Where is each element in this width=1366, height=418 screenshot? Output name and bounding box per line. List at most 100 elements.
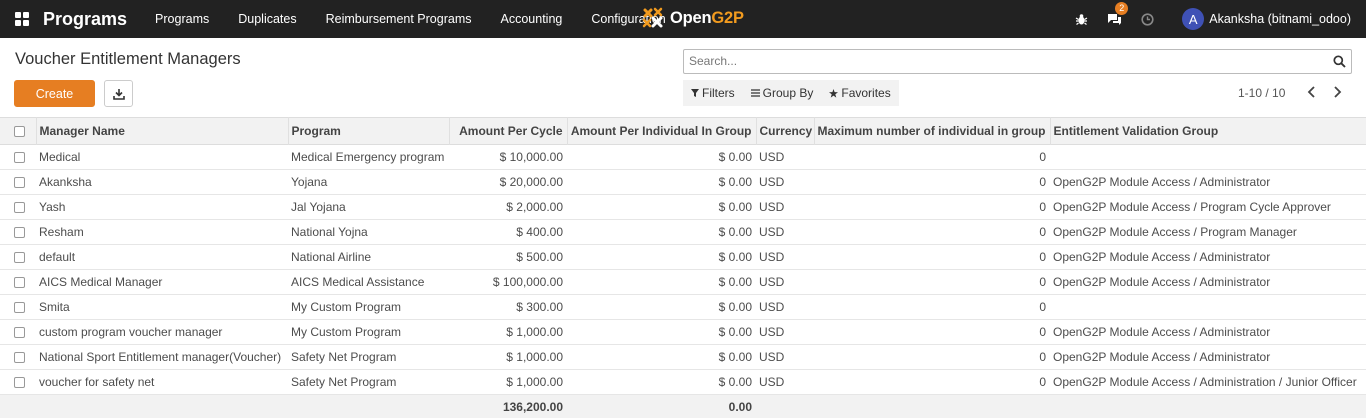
cell-amount-per-individual[interactable]: $ 0.00 bbox=[567, 370, 756, 395]
favorites-toggle[interactable]: Favorites bbox=[829, 86, 891, 100]
row-checkbox[interactable] bbox=[14, 177, 25, 189]
avatar[interactable]: A bbox=[1182, 8, 1205, 30]
cell-amount-per-individual[interactable]: $ 0.00 bbox=[567, 195, 756, 220]
cell-manager-name[interactable]: voucher for safety net bbox=[36, 370, 288, 395]
cell-program[interactable]: Medical Emergency program bbox=[288, 145, 449, 170]
cell-manager-name[interactable]: National Sport Entitlement manager(Vouch… bbox=[36, 345, 288, 370]
cell-validation-group[interactable]: OpenG2P Module Access / Program Manager bbox=[1050, 220, 1366, 245]
table-row[interactable]: Yash Jal Yojana $ 2,000.00 $ 0.00 USD 0 … bbox=[0, 195, 1366, 220]
table-row[interactable]: custom program voucher manager My Custom… bbox=[0, 320, 1366, 345]
row-select-cell[interactable] bbox=[0, 295, 36, 320]
cell-currency[interactable]: USD bbox=[756, 370, 814, 395]
row-select-cell[interactable] bbox=[0, 270, 36, 295]
row-checkbox[interactable] bbox=[14, 202, 25, 214]
cell-max-individual[interactable]: 0 bbox=[814, 345, 1050, 370]
table-row[interactable]: Smita My Custom Program $ 300.00 $ 0.00 … bbox=[0, 295, 1366, 320]
row-select-cell[interactable] bbox=[0, 320, 36, 345]
cell-max-individual[interactable]: 0 bbox=[814, 320, 1050, 345]
menu-item-programs[interactable]: Programs bbox=[155, 12, 209, 26]
chevron-right-icon[interactable] bbox=[1333, 86, 1342, 101]
cell-program[interactable]: National Yojna bbox=[288, 220, 449, 245]
menu-item-accounting[interactable]: Accounting bbox=[501, 12, 563, 26]
cell-amount-per-cycle[interactable]: $ 1,000.00 bbox=[449, 320, 567, 345]
row-select-cell[interactable] bbox=[0, 345, 36, 370]
cell-amount-per-cycle[interactable]: $ 20,000.00 bbox=[449, 170, 567, 195]
clock-icon[interactable] bbox=[1139, 11, 1155, 27]
cell-amount-per-individual[interactable]: $ 0.00 bbox=[567, 295, 756, 320]
row-select-cell[interactable] bbox=[0, 370, 36, 395]
cell-currency[interactable]: USD bbox=[756, 245, 814, 270]
cell-currency[interactable]: USD bbox=[756, 270, 814, 295]
cell-amount-per-individual[interactable]: $ 0.00 bbox=[567, 345, 756, 370]
cell-program[interactable]: AICS Medical Assistance bbox=[288, 270, 449, 295]
table-row[interactable]: voucher for safety net Safety Net Progra… bbox=[0, 370, 1366, 395]
cell-amount-per-individual[interactable]: $ 0.00 bbox=[567, 145, 756, 170]
menu-item-reimbursement-programs[interactable]: Reimbursement Programs bbox=[326, 12, 472, 26]
cell-validation-group[interactable]: OpenG2P Module Access / Administrator bbox=[1050, 345, 1366, 370]
cell-currency[interactable]: USD bbox=[756, 195, 814, 220]
cell-manager-name[interactable]: Akanksha bbox=[36, 170, 288, 195]
table-row[interactable]: default National Airline $ 500.00 $ 0.00… bbox=[0, 245, 1366, 270]
filters-toggle[interactable]: Filters bbox=[691, 86, 735, 100]
row-select-cell[interactable] bbox=[0, 245, 36, 270]
cell-max-individual[interactable]: 0 bbox=[814, 145, 1050, 170]
cell-amount-per-cycle[interactable]: $ 400.00 bbox=[449, 220, 567, 245]
row-select-cell[interactable] bbox=[0, 220, 36, 245]
cell-amount-per-cycle[interactable]: $ 1,000.00 bbox=[449, 370, 567, 395]
cell-amount-per-cycle[interactable]: $ 500.00 bbox=[449, 245, 567, 270]
select-all-cell[interactable] bbox=[0, 118, 36, 145]
app-title[interactable]: Programs bbox=[43, 9, 127, 30]
chat-icon[interactable]: 2 bbox=[1106, 2, 1129, 27]
cell-amount-per-cycle[interactable]: $ 2,000.00 bbox=[449, 195, 567, 220]
row-checkbox[interactable] bbox=[14, 302, 25, 314]
groupby-toggle[interactable]: Group By bbox=[750, 86, 813, 100]
column-header-amount-per-individual[interactable]: Amount Per Individual In Group bbox=[566, 117, 756, 145]
cell-max-individual[interactable]: 0 bbox=[814, 295, 1050, 320]
table-row[interactable]: AICS Medical Manager AICS Medical Assist… bbox=[0, 270, 1366, 295]
cell-max-individual[interactable]: 0 bbox=[814, 270, 1050, 295]
cell-amount-per-individual[interactable]: $ 0.00 bbox=[567, 245, 756, 270]
search-input[interactable] bbox=[689, 54, 1309, 68]
cell-currency[interactable]: USD bbox=[756, 220, 814, 245]
cell-max-individual[interactable]: 0 bbox=[814, 170, 1050, 195]
column-header-amount-per-cycle[interactable]: Amount Per Cycle bbox=[448, 117, 567, 145]
user-menu[interactable]: Akanksha (bitnami_odoo) bbox=[1209, 12, 1351, 26]
cell-manager-name[interactable]: Smita bbox=[36, 295, 288, 320]
menu-item-duplicates[interactable]: Duplicates bbox=[238, 12, 296, 26]
apps-grid-icon[interactable] bbox=[15, 12, 29, 26]
cell-manager-name[interactable]: Resham bbox=[36, 220, 288, 245]
table-row[interactable]: Resham National Yojna $ 400.00 $ 0.00 US… bbox=[0, 220, 1366, 245]
download-button[interactable] bbox=[104, 80, 133, 107]
cell-amount-per-individual[interactable]: $ 0.00 bbox=[567, 220, 756, 245]
cell-manager-name[interactable]: custom program voucher manager bbox=[36, 320, 288, 345]
search-box[interactable] bbox=[683, 49, 1352, 74]
cell-max-individual[interactable]: 0 bbox=[814, 220, 1050, 245]
cell-amount-per-cycle[interactable]: $ 10,000.00 bbox=[449, 145, 567, 170]
column-header-max-individual[interactable]: Maximum number of individual in group bbox=[813, 117, 1050, 145]
table-row[interactable]: Akanksha Yojana $ 20,000.00 $ 0.00 USD 0… bbox=[0, 170, 1366, 195]
cell-amount-per-cycle[interactable]: $ 1,000.00 bbox=[449, 345, 567, 370]
column-header-program[interactable]: Program bbox=[287, 117, 449, 145]
cell-manager-name[interactable]: default bbox=[36, 245, 288, 270]
row-checkbox[interactable] bbox=[14, 327, 25, 339]
bug-icon[interactable] bbox=[1073, 11, 1089, 27]
cell-program[interactable]: Safety Net Program bbox=[288, 345, 449, 370]
cell-program[interactable]: Yojana bbox=[288, 170, 449, 195]
column-header-validation-group[interactable]: Entitlement Validation Group bbox=[1049, 117, 1366, 145]
cell-manager-name[interactable]: AICS Medical Manager bbox=[36, 270, 288, 295]
cell-amount-per-individual[interactable]: $ 0.00 bbox=[567, 170, 756, 195]
cell-program[interactable]: Safety Net Program bbox=[288, 370, 449, 395]
row-checkbox[interactable] bbox=[14, 352, 25, 364]
cell-validation-group[interactable] bbox=[1050, 145, 1366, 170]
cell-validation-group[interactable]: OpenG2P Module Access / Administrator bbox=[1050, 245, 1366, 270]
select-all-checkbox[interactable] bbox=[14, 126, 25, 138]
cell-amount-per-cycle[interactable]: $ 300.00 bbox=[449, 295, 567, 320]
cell-amount-per-individual[interactable]: $ 0.00 bbox=[567, 320, 756, 345]
column-header-currency[interactable]: Currency bbox=[755, 117, 814, 145]
pager-value[interactable]: 1-10 / 10 bbox=[1238, 86, 1285, 100]
cell-currency[interactable]: USD bbox=[756, 320, 814, 345]
row-select-cell[interactable] bbox=[0, 170, 36, 195]
table-row[interactable]: National Sport Entitlement manager(Vouch… bbox=[0, 345, 1366, 370]
cell-validation-group[interactable] bbox=[1050, 295, 1366, 320]
cell-max-individual[interactable]: 0 bbox=[814, 245, 1050, 270]
